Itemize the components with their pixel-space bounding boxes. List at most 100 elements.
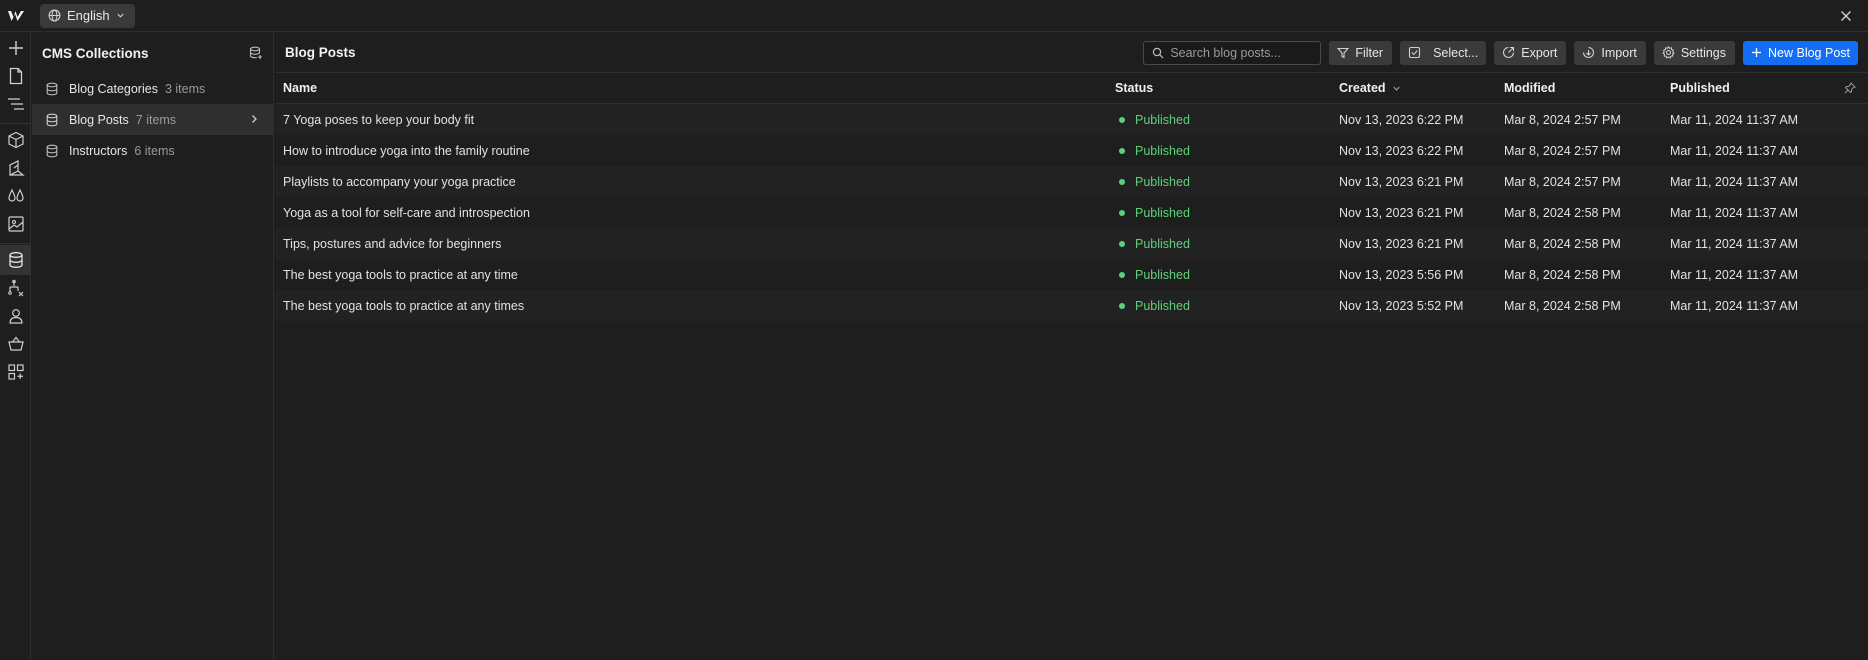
column-header-created[interactable]: Created [1339,81,1401,95]
add-icon[interactable] [0,33,31,63]
column-header-published[interactable]: Published [1670,81,1730,95]
collection-name: Blog Categories [69,81,158,96]
post-name: The best yoga tools to practice at any t… [283,298,525,313]
import-label: Import [1601,45,1637,60]
post-published: Mar 11, 2024 11:37 AM [1670,298,1799,313]
language-selector[interactable]: English [40,3,135,28]
post-published: Mar 11, 2024 11:37 AM [1670,205,1799,220]
left-rail [0,33,31,660]
table-row[interactable]: The best yoga tools to practice at any t… [275,259,1868,290]
status-dot-icon [1119,147,1125,154]
style-selectors-icon[interactable] [0,153,31,183]
column-header-status[interactable]: Status [1115,81,1153,95]
chevron-right-icon [252,115,257,123]
post-status: Published [1115,113,1190,127]
blog-posts-main: Blog Posts Filter Select... Export Impor… [275,33,1868,660]
select-label: Select... [1433,45,1479,60]
post-status: Published [1115,206,1190,220]
filter-label: Filter [1355,45,1384,60]
webflow-logo-icon[interactable] [0,0,32,32]
apps-icon[interactable] [0,357,31,387]
search-input[interactable] [1170,45,1311,60]
post-name: Tips, postures and advice for beginners [283,236,502,251]
cms-collections-panel: CMS Collections Blog Categories 3 items … [32,33,274,660]
collection-count: 3 items [164,81,206,96]
navigator-icon[interactable] [0,89,31,119]
post-published: Mar 11, 2024 11:37 AM [1670,143,1799,158]
post-modified: Mar 8, 2024 2:57 PM [1504,143,1621,158]
settings-label: Settings [1680,45,1727,60]
export-icon [1503,46,1515,59]
collection-item-blog-categories[interactable]: Blog Categories 3 items [32,73,273,104]
status-dot-icon [1119,302,1125,309]
post-modified: Mar 8, 2024 2:58 PM [1504,267,1621,282]
post-published: Mar 11, 2024 11:37 AM [1670,174,1799,189]
logic-flow-icon[interactable] [0,273,31,303]
table-row[interactable]: 7 Yoga poses to keep your body fit Publi… [275,104,1868,135]
post-created: Nov 13, 2023 6:22 PM [1339,112,1464,127]
post-modified: Mar 8, 2024 2:57 PM [1504,112,1621,127]
page-title: Blog Posts [285,45,356,60]
post-modified: Mar 8, 2024 2:57 PM [1504,174,1621,189]
post-created: Nov 13, 2023 6:21 PM [1339,236,1464,251]
assets-icon[interactable] [0,209,31,239]
chevron-down-icon [117,13,124,18]
post-status: Published [1115,268,1190,282]
post-modified: Mar 8, 2024 2:58 PM [1504,205,1621,220]
ecommerce-basket-icon[interactable] [0,329,31,359]
close-icon[interactable] [1838,8,1854,24]
pages-icon[interactable] [0,61,31,91]
post-modified: Mar 8, 2024 2:58 PM [1504,298,1621,313]
table-row[interactable]: The best yoga tools to practice at any t… [275,290,1868,321]
post-created: Nov 13, 2023 5:56 PM [1339,267,1464,282]
post-created: Nov 13, 2023 5:52 PM [1339,298,1464,313]
table-row[interactable]: How to introduce yoga into the family ro… [275,135,1868,166]
column-header-name[interactable]: Name [283,81,317,95]
post-name: The best yoga tools to practice at any t… [283,267,518,282]
collection-name: Blog Posts [69,112,129,127]
collection-item-instructors[interactable]: Instructors 6 items [32,135,273,166]
post-published: Mar 11, 2024 11:37 AM [1670,267,1799,282]
post-name: Playlists to accompany your yoga practic… [283,174,516,189]
toolbar: Filter Select... Export Import Settings … [1143,40,1858,65]
pin-icon[interactable] [1844,82,1856,94]
checkbox-icon [1409,46,1421,59]
add-collection-icon[interactable] [249,46,263,60]
sort-chevron-down-icon [1392,86,1400,91]
cms-panel-title: CMS Collections [42,45,149,61]
collection-count: 6 items [134,143,175,158]
export-label: Export [1521,45,1558,60]
users-icon[interactable] [0,301,31,331]
plus-icon [1752,48,1762,57]
variables-drops-icon[interactable] [0,181,31,211]
post-status: Published [1115,144,1190,158]
post-published: Mar 11, 2024 11:37 AM [1670,112,1799,127]
post-status: Published [1115,237,1190,251]
table-row[interactable]: Playlists to accompany your yoga practic… [275,166,1868,197]
post-published: Mar 11, 2024 11:37 AM [1670,236,1799,251]
status-dot-icon [1119,116,1125,123]
export-button[interactable]: Export [1494,40,1567,65]
collection-item-blog-posts[interactable]: Blog Posts 7 items [32,104,273,135]
collection-count: 7 items [135,112,177,127]
settings-button[interactable]: Settings [1653,40,1736,65]
select-button[interactable]: Select... [1400,40,1487,65]
post-status: Published [1115,175,1190,189]
status-dot-icon [1119,240,1125,247]
cms-database-icon[interactable] [0,245,31,275]
search-box[interactable] [1143,40,1322,65]
components-icon[interactable] [0,125,31,155]
import-button[interactable]: Import [1574,40,1646,65]
import-icon [1583,46,1595,59]
table-header: Name Status Created Modified Published [275,73,1868,104]
search-icon [1153,47,1164,58]
post-created: Nov 13, 2023 6:22 PM [1339,143,1464,158]
column-header-modified[interactable]: Modified [1504,81,1555,95]
filter-button[interactable]: Filter [1329,40,1393,65]
status-dot-icon [1119,271,1125,278]
table-row[interactable]: Yoga as a tool for self-care and introsp… [275,197,1868,228]
top-bar: English [0,0,1868,32]
new-blog-post-button[interactable]: New Blog Post [1743,40,1858,65]
table-row[interactable]: Tips, postures and advice for beginners … [275,228,1868,259]
post-name: 7 Yoga poses to keep your body fit [283,112,475,127]
